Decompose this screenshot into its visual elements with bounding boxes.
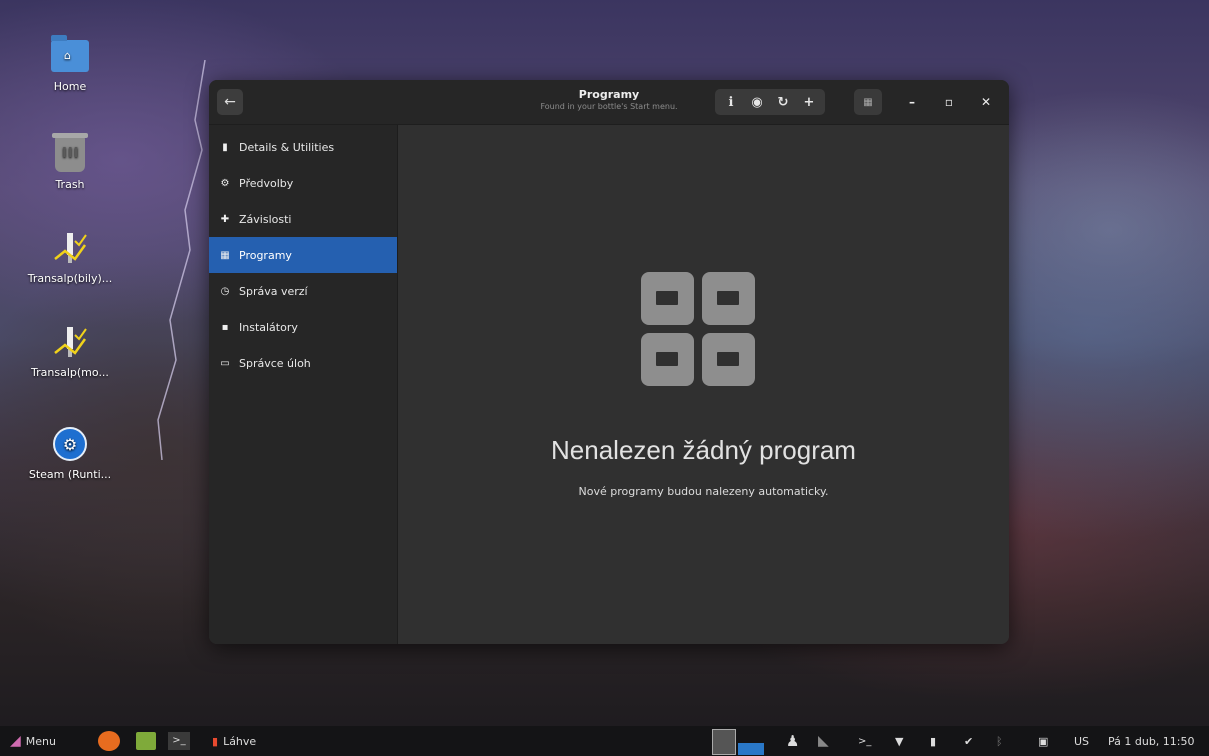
sidebar-item-dependencies[interactable]: ✚ Závislosti — [209, 201, 397, 237]
programs-content: Nenalezen žádný program Nové programy bu… — [398, 125, 1009, 644]
task-label: Láhve — [223, 734, 257, 748]
screenshot-icon[interactable]: ▣ — [1038, 735, 1048, 748]
clock[interactable]: Pá 1 dub, 11:50 — [1108, 735, 1195, 748]
apps-grid-icon — [641, 272, 755, 386]
refresh-button[interactable]: ↻ — [771, 90, 795, 114]
steam-icon: ⚙ — [53, 427, 87, 461]
library-button[interactable]: ▦ — [854, 89, 882, 115]
sidebar-item-label: Programy — [239, 248, 292, 262]
home-folder-icon: ⌂ — [51, 35, 89, 72]
clock-icon: ◷ — [220, 285, 230, 297]
sidebar-item-preferences[interactable]: ⚙ Předvolby — [209, 165, 397, 201]
keyboard-layout[interactable]: US — [1074, 735, 1089, 748]
sidebar: ▮ Details & Utilities ⚙ Předvolby ✚ Závi… — [209, 125, 398, 644]
desktop-icon-label: Transalp(mo... — [31, 366, 109, 379]
sidebar-item-installers[interactable]: ▪ Instalátory — [209, 309, 397, 345]
plus-icon: + — [803, 94, 815, 110]
sidebar-item-task-manager[interactable]: ▭ Správce úloh — [209, 345, 397, 381]
info-icon: ℹ — [728, 94, 734, 110]
sidebar-item-label: Správce úloh — [239, 356, 311, 370]
minimize-button[interactable]: – — [903, 93, 921, 111]
eye-icon: ◉ — [751, 94, 763, 110]
installer-icon: ▪ — [221, 321, 229, 333]
file-manager-icon[interactable] — [136, 732, 156, 750]
window-title: Programy — [578, 88, 640, 101]
empty-state-subtitle: Nové programy budou nalezeny automaticky… — [578, 485, 829, 498]
bottles-window: ← Programy Found in your bottle's Start … — [209, 80, 1009, 644]
gear-icon: ⚙ — [220, 177, 230, 189]
sidebar-item-programs[interactable]: ▦ Programy — [209, 237, 397, 273]
maximize-icon: ▫ — [944, 95, 954, 109]
trash-icon — [52, 133, 88, 172]
workspace-switcher[interactable] — [712, 727, 768, 755]
desktop-icon-label: Transalp(bily)... — [27, 272, 113, 285]
library-icon: ▦ — [863, 96, 873, 108]
minimize-icon: – — [909, 95, 915, 109]
menu-label: Menu — [25, 734, 56, 748]
arrow-left-icon: ← — [224, 94, 236, 110]
maximize-button[interactable]: ▫ — [940, 93, 958, 111]
sidebar-item-label: Instalátory — [239, 320, 298, 334]
headerbar: ← Programy Found in your bottle's Start … — [209, 80, 1009, 125]
puzzle-icon: ✚ — [220, 213, 230, 225]
desktop-icon-label: Home — [53, 80, 87, 93]
desktop-icon-transalp-mo[interactable]: Transalp(mo... — [22, 322, 118, 379]
bluetooth-icon[interactable]: ᛒ — [996, 735, 1003, 748]
transalp-icon — [50, 322, 90, 362]
menu-button[interactable]: ◢ Menu — [10, 733, 56, 749]
menu-logo-icon: ◢ — [10, 733, 21, 749]
close-icon: ✕ — [980, 95, 992, 109]
terminal-tray-icon[interactable]: >_ — [858, 736, 871, 747]
taskbar-task-bottles[interactable]: ▮ Láhve — [212, 735, 256, 748]
taskbar: ◢ Menu >_ ▮ Láhve ♟ ◣ >_ ▼ ▮ ✔ ᛒ ▣ US Pá… — [0, 726, 1209, 756]
desktop-icon-trash[interactable]: Trash — [22, 133, 118, 191]
info-button[interactable]: ℹ — [719, 90, 743, 114]
sidebar-item-versioning[interactable]: ◷ Správa verzí — [209, 273, 397, 309]
show-hidden-button[interactable]: ◉ — [745, 90, 769, 114]
desktop-icon-label: Trash — [55, 178, 85, 191]
battery-icon[interactable]: ▮ — [930, 735, 936, 748]
title-block: Programy Found in your bottle's Start me… — [509, 88, 709, 111]
transalp-icon — [50, 228, 90, 268]
desktop-icon-label: Steam (Runti... — [28, 468, 112, 481]
sidebar-item-label: Závislosti — [239, 212, 292, 226]
window-subtitle: Found in your bottle's Start menu. — [540, 102, 678, 111]
monitor-icon: ▭ — [220, 357, 230, 369]
network-icon[interactable]: ▼ — [895, 735, 903, 748]
sidebar-item-label: Details & Utilities — [239, 140, 335, 154]
bottle-icon: ▮ — [222, 141, 228, 153]
back-button[interactable]: ← — [217, 89, 243, 115]
sidebar-item-label: Správa verzí — [239, 284, 308, 298]
refresh-icon: ↻ — [777, 94, 789, 110]
bell-icon[interactable]: ♟ — [786, 732, 799, 750]
toolbar: ℹ ◉ ↻ + — [715, 89, 825, 115]
close-button[interactable]: ✕ — [977, 93, 995, 111]
desktop-icon-steam[interactable]: ⚙ Steam (Runti... — [22, 424, 118, 481]
volume-muted-icon[interactable]: ◣ — [818, 733, 829, 749]
desktop-icon-home[interactable]: ⌂ Home — [22, 35, 118, 93]
bottles-app-icon: ▮ — [212, 734, 219, 748]
terminal-icon[interactable]: >_ — [168, 732, 190, 750]
empty-state-title: Nenalezen žádný program — [551, 435, 856, 465]
apps-grid-icon: ▦ — [220, 249, 230, 261]
sidebar-item-label: Předvolby — [239, 176, 294, 190]
sidebar-item-details[interactable]: ▮ Details & Utilities — [209, 129, 397, 165]
add-program-button[interactable]: + — [797, 90, 821, 114]
firefox-icon[interactable] — [98, 731, 120, 751]
lightning-decoration — [157, 60, 206, 460]
updates-check-icon[interactable]: ✔ — [964, 735, 973, 748]
desktop-icon-transalp-bily[interactable]: Transalp(bily)... — [22, 228, 118, 285]
